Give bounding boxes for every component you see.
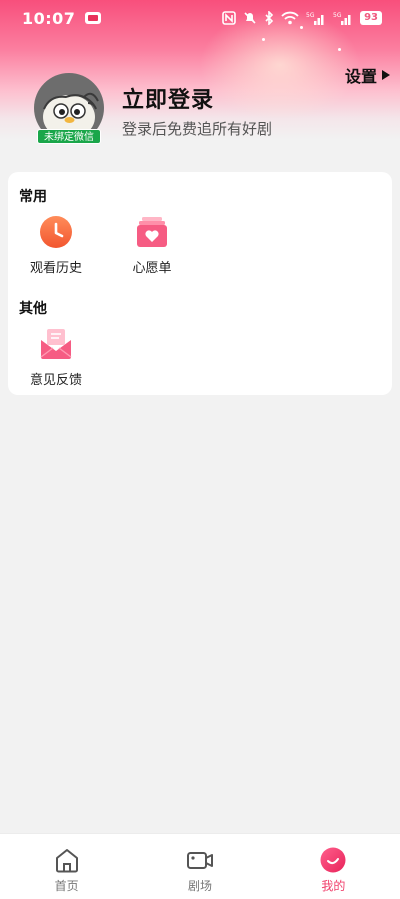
nav-item-home[interactable]: 首页 [0, 834, 133, 899]
video-camera-icon [186, 852, 213, 869]
settings-label: 设置 [344, 67, 377, 86]
menu-card: 常用 观看历史 心愿单 其他 意见反馈 [8, 172, 392, 395]
watch-history-label: 观看历史 [29, 261, 82, 276]
section-title-other: 其他 [19, 301, 47, 317]
wishlist-button[interactable]: 心愿单 [112, 215, 192, 276]
feedback-label: 意见反馈 [29, 373, 82, 388]
home-icon [55, 849, 78, 873]
status-time: 10:07 [22, 8, 76, 28]
envelope-icon [40, 329, 72, 359]
notification-app-icon [85, 12, 102, 24]
avatar-container[interactable]: 未绑定微信 [34, 73, 104, 144]
status-icons: 5G 5G 93 [222, 11, 382, 25]
signal-icon: 5G [333, 12, 351, 25]
signal-2-label: 5G [333, 12, 342, 19]
section-title-common: 常用 [19, 189, 47, 205]
wishlist-label: 心愿单 [132, 261, 172, 276]
clock-icon [40, 216, 72, 248]
signal-icon: 5G [306, 12, 324, 25]
bell-muted-icon [244, 12, 256, 24]
status-bar: 10:07 5G 5G 93 [0, 0, 400, 36]
bottom-navigation: 首页 剧场 我的 [0, 833, 400, 899]
heart-folder-icon [137, 217, 167, 247]
nav-label-home: 首页 [54, 879, 79, 893]
feedback-button[interactable]: 意见反馈 [16, 327, 96, 388]
play-arrow-icon [382, 70, 390, 80]
nav-label-theater: 剧场 [187, 879, 212, 893]
watch-history-button[interactable]: 观看历史 [16, 215, 96, 276]
wifi-icon [281, 11, 299, 25]
login-subtitle: 登录后免费追所有好剧 [122, 120, 273, 138]
bluetooth-icon [265, 11, 274, 25]
profile-circle-icon [320, 847, 346, 873]
battery-indicator: 93 [360, 11, 382, 25]
nfc-icon [222, 11, 236, 25]
settings-button[interactable]: 设置 [345, 63, 390, 87]
login-title[interactable]: 立即登录 [122, 82, 214, 114]
wechat-unbound-badge: 未绑定微信 [37, 129, 101, 144]
nav-label-mine: 我的 [321, 879, 346, 893]
sparkle-decoration [262, 38, 265, 41]
sparkle-decoration [338, 48, 341, 51]
nav-item-theater[interactable]: 剧场 [133, 834, 266, 899]
signal-1-label: 5G [306, 12, 315, 19]
nav-item-mine[interactable]: 我的 [267, 834, 400, 899]
